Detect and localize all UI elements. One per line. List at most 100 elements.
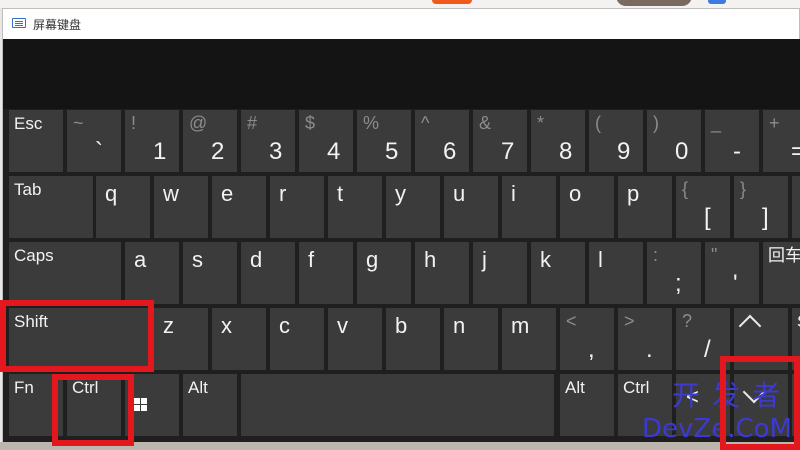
key-esc[interactable]: Esc — [9, 110, 63, 172]
key-u[interactable]: u — [444, 176, 498, 238]
key-v[interactable]: v — [328, 308, 382, 370]
key-i[interactable]: i — [502, 176, 556, 238]
key-x[interactable]: x — [212, 308, 266, 370]
highlight-box-ctrl — [52, 374, 134, 446]
key-main-label: , — [588, 336, 595, 363]
keyboard-top-panel — [3, 39, 800, 109]
key-shift-label: { — [682, 179, 689, 199]
arrow-up-icon — [738, 314, 762, 338]
key-shift-label: ^ — [421, 113, 430, 133]
key-minus[interactable]: _ - — [705, 110, 759, 172]
key-d[interactable]: d — [241, 242, 295, 304]
key-backslash[interactable] — [792, 176, 800, 238]
key-alt[interactable]: Alt — [183, 374, 237, 436]
key-label: x — [221, 313, 232, 338]
key-c[interactable]: c — [270, 308, 324, 370]
key-s[interactable]: s — [183, 242, 237, 304]
key-main-label: 5 — [385, 138, 399, 165]
key-main-label: ' — [733, 270, 738, 297]
key-4[interactable]: $4 — [299, 110, 353, 172]
key-equals[interactable]: + = — [763, 110, 800, 172]
key-label: l — [598, 247, 603, 272]
key-j[interactable]: j — [473, 242, 527, 304]
key-comma[interactable]: <, — [560, 308, 614, 370]
key-o[interactable]: o — [560, 176, 614, 238]
title-bar[interactable]: 屏幕键盘 — [3, 9, 799, 39]
key-label: u — [453, 181, 466, 206]
key-0[interactable]: ) 0 — [647, 110, 701, 172]
key-main-label: = — [791, 138, 800, 165]
key-8[interactable]: * 8 — [531, 110, 585, 172]
key-a[interactable]: a — [125, 242, 179, 304]
key-label: Caps — [14, 246, 54, 265]
key-rbracket[interactable]: }] — [734, 176, 788, 238]
key-main-label: 0 — [675, 138, 689, 165]
key-2[interactable]: @2 — [183, 110, 237, 172]
key-label: m — [511, 313, 530, 338]
key-label: i — [511, 181, 516, 206]
key-label: a — [134, 247, 147, 272]
key-lbracket[interactable]: {[ — [676, 176, 730, 238]
key-l[interactable]: l — [589, 242, 643, 304]
key-t[interactable]: t — [328, 176, 382, 238]
key-7[interactable]: & 7 — [473, 110, 527, 172]
key-g[interactable]: g — [357, 242, 411, 304]
key-6[interactable]: ^ 6 — [415, 110, 469, 172]
key-z[interactable]: z — [154, 308, 208, 370]
key-p[interactable]: p — [618, 176, 672, 238]
key-shift-label: & — [479, 113, 492, 133]
key-m[interactable]: m — [502, 308, 556, 370]
key-e[interactable]: e — [212, 176, 266, 238]
key-main-label: ] — [762, 204, 769, 231]
key-tab[interactable]: Tab — [9, 176, 93, 238]
key-shift-label: ) — [653, 113, 659, 133]
key-label: v — [337, 313, 348, 338]
key-y[interactable]: y — [386, 176, 440, 238]
key-3[interactable]: #3 — [241, 110, 295, 172]
key-label: k — [540, 247, 551, 272]
key-quote[interactable]: " ' — [705, 242, 759, 304]
key-enter[interactable]: 回车 — [763, 242, 800, 304]
key-n[interactable]: n — [444, 308, 498, 370]
key-label: n — [453, 313, 466, 338]
key-9[interactable]: (9 — [589, 110, 643, 172]
key-label: e — [221, 181, 234, 206]
key-label: o — [569, 181, 582, 206]
key-5[interactable]: % 5 — [357, 110, 411, 172]
key-period[interactable]: >. — [618, 308, 672, 370]
key-label: c — [279, 313, 290, 338]
key-q[interactable]: q — [96, 176, 150, 238]
key-main-label: - — [733, 138, 741, 165]
key-backtick[interactable]: ~ ` — [67, 110, 121, 172]
key-caps[interactable]: Caps — [9, 242, 121, 304]
key-shift-label: $ — [305, 113, 316, 133]
key-space[interactable] — [241, 374, 554, 436]
key-label: r — [279, 181, 287, 206]
key-h[interactable]: h — [415, 242, 469, 304]
background-blue-element — [708, 0, 726, 4]
key-f[interactable]: f — [299, 242, 353, 304]
key-label: s — [192, 247, 203, 272]
key-ralt[interactable]: Alt — [560, 374, 614, 436]
background-avatar-image — [616, 0, 692, 6]
key-shift-label: " — [711, 245, 718, 265]
key-r[interactable]: r — [270, 176, 324, 238]
key-w[interactable]: w — [154, 176, 208, 238]
key-shift-label: < — [566, 311, 577, 331]
highlight-box-down — [720, 356, 800, 450]
key-shift-label: ~ — [73, 113, 84, 133]
key-1[interactable]: ! 1 — [125, 110, 179, 172]
key-shift-label: _ — [711, 113, 722, 133]
key-k[interactable]: k — [531, 242, 585, 304]
key-main-label: . — [646, 336, 653, 363]
key-semicolon[interactable]: :; — [647, 242, 701, 304]
highlight-box-shift — [0, 300, 154, 372]
key-main-label: ` — [95, 138, 103, 165]
key-shift-label: @ — [189, 113, 208, 133]
key-main-label: 3 — [269, 138, 283, 165]
key-shift-label: : — [653, 245, 659, 265]
key-main-label: 7 — [501, 138, 515, 165]
key-main-label: 1 — [153, 138, 167, 165]
key-b[interactable]: b — [386, 308, 440, 370]
key-shift-label: > — [624, 311, 635, 331]
